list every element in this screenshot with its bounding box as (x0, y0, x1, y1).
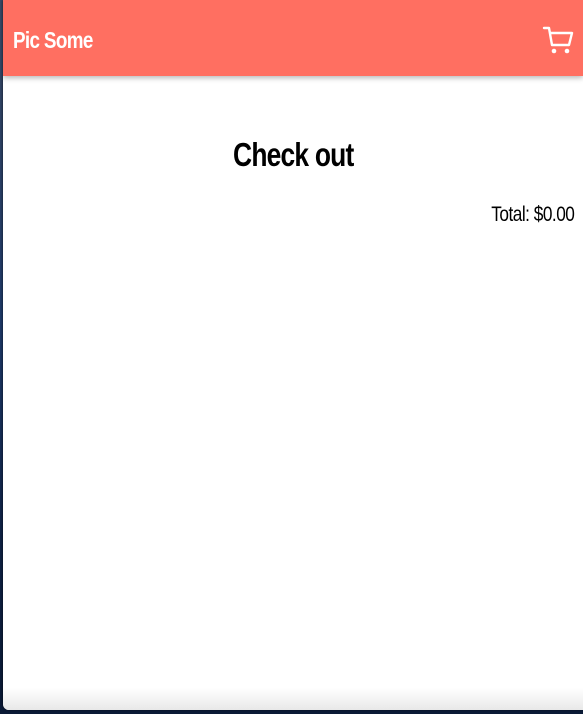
navbar: Pic Some (3, 0, 583, 76)
cart-icon[interactable] (542, 25, 574, 55)
page-title-text: Check out (232, 136, 354, 174)
window-bottom-edge (3, 688, 583, 710)
page-title: Check out (3, 135, 583, 175)
browser-viewport: Pic Some Check out Total: $0.00 (3, 0, 583, 710)
brand-link[interactable]: Pic Some (13, 25, 93, 55)
total-price: Total: $0.00 (490, 203, 575, 226)
